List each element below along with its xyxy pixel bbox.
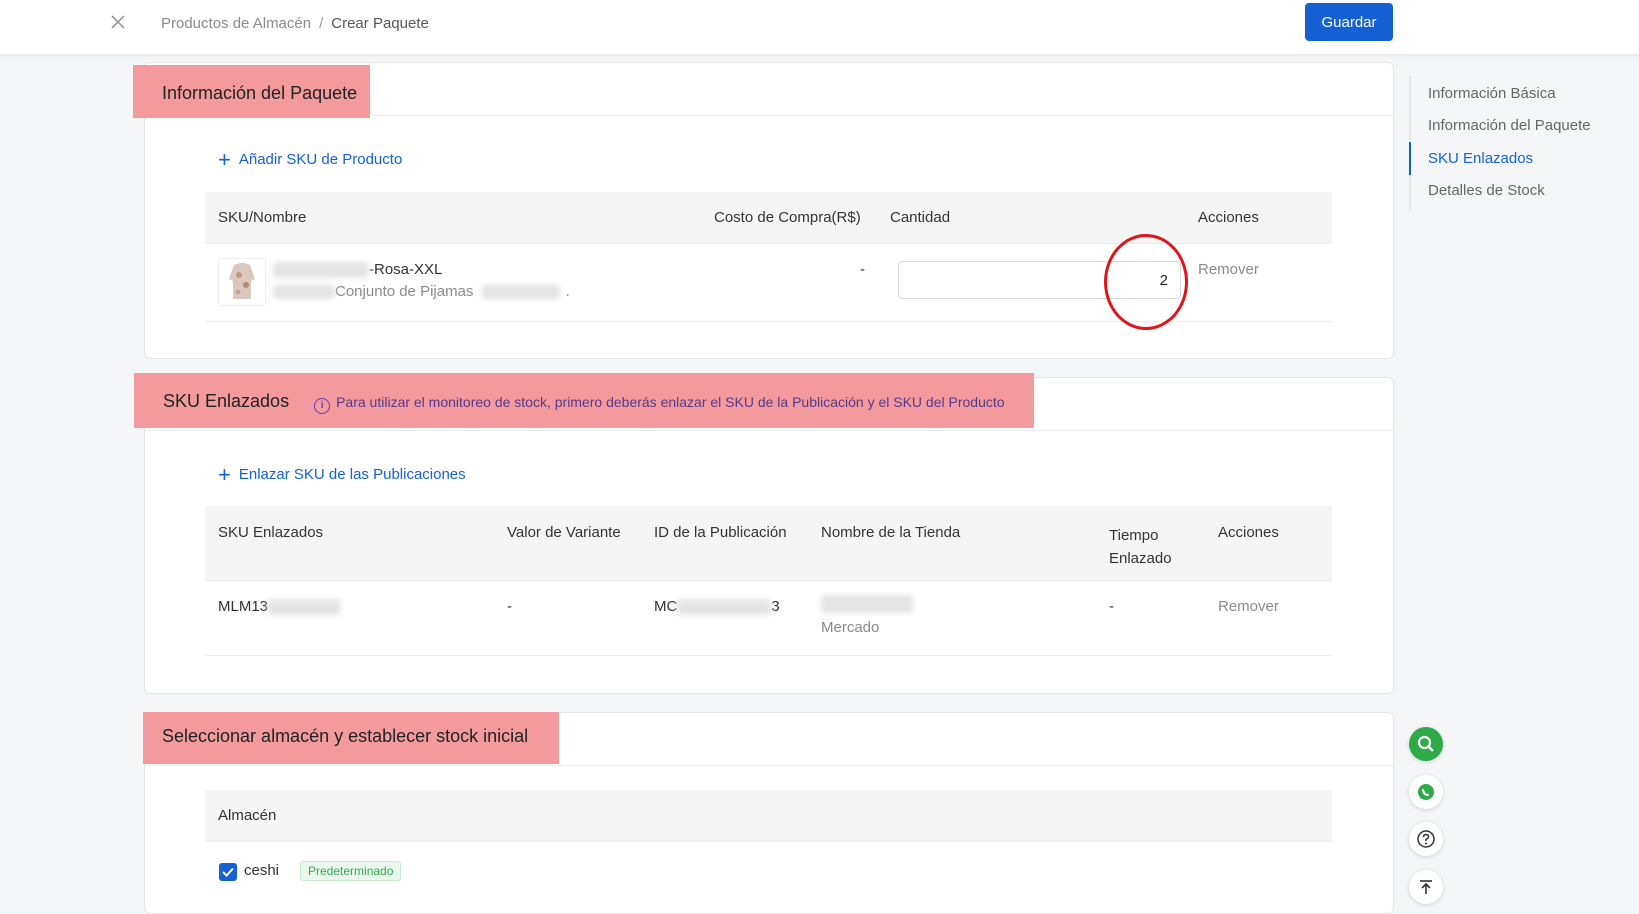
anchor-nav: Información Básica Información del Paque… bbox=[1409, 76, 1621, 210]
add-product-sku-link[interactable]: + Añadir SKU de Producto bbox=[218, 147, 402, 173]
package-info-title: Información del Paquete bbox=[133, 65, 370, 118]
remove-product-link[interactable]: Remover bbox=[1198, 261, 1259, 278]
back-to-top-fab[interactable] bbox=[1409, 870, 1443, 904]
column-actions: Acciones bbox=[1198, 209, 1259, 226]
breadcrumb-separator: / bbox=[319, 15, 324, 32]
blurred-store bbox=[821, 595, 913, 613]
breadcrumb-current: Crear Paquete bbox=[331, 15, 429, 32]
info-icon: i bbox=[314, 398, 331, 414]
column-purchase-cost: Costo de Compra(R$) bbox=[714, 209, 861, 226]
link-publication-sku-link[interactable]: + Enlazar SKU de las Publicaciones bbox=[218, 462, 466, 488]
column-warehouse: Almacén bbox=[218, 807, 277, 824]
anchor-stock-details[interactable]: Detalles de Stock bbox=[1428, 182, 1545, 199]
blurred-id bbox=[677, 599, 772, 616]
whatsapp-fab[interactable] bbox=[1409, 775, 1443, 809]
linked-sku-hint: i Para utilizar el monitoreo de stock, pr… bbox=[314, 394, 1005, 414]
purchase-cost-value: - bbox=[860, 261, 865, 278]
save-button[interactable]: Guardar bbox=[1305, 3, 1393, 41]
quantity-input[interactable] bbox=[898, 261, 1181, 299]
anchor-linked-sku[interactable]: SKU Enlazados bbox=[1428, 150, 1533, 167]
linked-sku-cell: MLM13 bbox=[218, 598, 341, 616]
column-sku-name: SKU/Nombre bbox=[218, 209, 307, 226]
product-thumbnail bbox=[218, 258, 266, 306]
product-sku-line: -Rosa-XXL bbox=[273, 261, 443, 279]
product-name: Conjunto de Pijamas bbox=[335, 283, 474, 300]
column-quantity: Cantidad bbox=[890, 209, 951, 226]
blurred-text bbox=[273, 285, 335, 300]
linked-time-value: - bbox=[1109, 598, 1114, 615]
anchor-active-indicator bbox=[1409, 142, 1411, 175]
linked-sku-title-bar: SKU Enlazados i Para utilizar el monitore… bbox=[134, 373, 1034, 428]
remove-linked-sku-link[interactable]: Remover bbox=[1218, 598, 1279, 615]
publication-id-suffix: 3 bbox=[771, 598, 780, 615]
search-fab[interactable] bbox=[1409, 727, 1443, 761]
plus-icon: + bbox=[218, 147, 231, 172]
warehouse-name: ceshi bbox=[244, 862, 280, 879]
warehouse-title: Seleccionar almacén y establecer stock i… bbox=[143, 712, 559, 764]
column-linked-sku: SKU Enlazados bbox=[218, 524, 324, 541]
publication-id-cell: MC 3 bbox=[654, 598, 780, 616]
warehouse-checkbox[interactable] bbox=[219, 863, 237, 881]
anchor-basic-info[interactable]: Información Básica bbox=[1428, 85, 1556, 102]
linked-table-header: SKU Enlazados Valor de Variante ID de la… bbox=[205, 506, 1332, 581]
table-row: MLM13 - MC 3 Mercado - Remover bbox=[205, 581, 1332, 656]
package-table-header: SKU/Nombre Costo de Compra(R$) Cantidad … bbox=[205, 192, 1332, 244]
help-fab[interactable] bbox=[1409, 822, 1443, 856]
anchor-package-info[interactable]: Información del Paquete bbox=[1428, 117, 1591, 134]
close-icon[interactable] bbox=[108, 12, 128, 32]
blurred-sku bbox=[273, 262, 369, 279]
store-name: Mercado bbox=[821, 619, 880, 636]
blurred-text bbox=[481, 285, 560, 300]
add-product-sku-label: Añadir SKU de Producto bbox=[238, 151, 403, 168]
product-sku-variant: -Rosa-XXL bbox=[369, 261, 443, 278]
default-badge: Predeterminado bbox=[300, 861, 402, 881]
linked-sku-title: SKU Enlazados bbox=[163, 391, 290, 411]
warehouse-table-header: Almacén bbox=[205, 790, 1332, 842]
variant-value: - bbox=[507, 598, 512, 615]
linked-sku-hint-text: Para utilizar el monitoreo de stock, pri… bbox=[336, 394, 1005, 410]
column-publication-id: ID de la Publicación bbox=[654, 524, 787, 541]
column-variant-value: Valor de Variante bbox=[507, 524, 621, 541]
publication-id-prefix: MC bbox=[654, 598, 678, 615]
plus-icon: + bbox=[218, 462, 231, 487]
product-name-trail: . bbox=[565, 283, 570, 300]
linked-sku-prefix: MLM13 bbox=[218, 598, 269, 615]
store-name-cell: Mercado bbox=[821, 595, 913, 636]
breadcrumb-link-warehouse-products[interactable]: Productos de Almacén bbox=[161, 15, 311, 32]
product-name-line: Conjunto de Pijamas . bbox=[273, 283, 570, 300]
blurred-sku bbox=[268, 599, 341, 616]
link-publication-sku-label: Enlazar SKU de las Publicaciones bbox=[238, 466, 466, 483]
column-linked-time: Tiempo Enlazado bbox=[1109, 527, 1172, 567]
top-bar: Productos de Almacén / Crear Paquete Guard… bbox=[0, 0, 1639, 55]
column-store-name: Nombre de la Tienda bbox=[821, 524, 961, 541]
breadcrumb: Productos de Almacén / Crear Paquete bbox=[161, 15, 429, 32]
column-linked-actions: Acciones bbox=[1218, 524, 1279, 541]
